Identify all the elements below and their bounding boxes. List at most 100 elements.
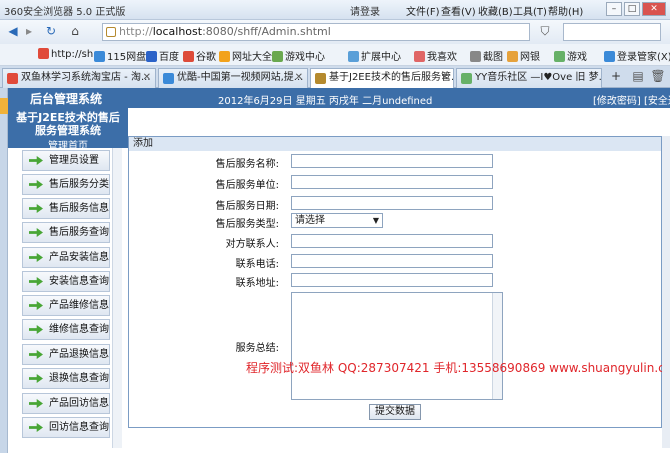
arrow-icon	[29, 277, 43, 286]
arrow-icon	[29, 350, 43, 359]
service-summary-textarea[interactable]	[291, 292, 503, 400]
sidebar-item-install-query[interactable]: 安装信息查询	[22, 271, 110, 292]
sidebar-item-visit-query[interactable]: 回访信息查询	[22, 417, 110, 438]
browser-title-bar: 360安全浏览器 5.0 正式版 请登录 文件(F) 查看(V) 收藏(B) 工…	[0, 0, 670, 20]
tab-list-icon[interactable]: ▤	[630, 68, 646, 86]
textarea-scrollbar[interactable]	[492, 293, 502, 399]
contact-person-input[interactable]	[291, 234, 493, 248]
form-section-title: 添加	[129, 137, 661, 151]
browser-tab[interactable]: YY音乐社区 —I♥Ove 旧 梦...	[456, 68, 602, 88]
tab-favicon	[7, 73, 18, 84]
fav-item[interactable]: 我喜欢	[414, 48, 457, 63]
date-line: 2012年6月29日 星期五 丙戌年 二月undefined	[218, 96, 433, 107]
sidebar-item-visit-info[interactable]: 产品回访信息	[22, 393, 110, 414]
arrow-icon	[29, 423, 43, 432]
tab-favicon	[315, 73, 326, 84]
close-window-button[interactable]: ✕	[642, 2, 666, 16]
sidebar-item-service-info[interactable]: 售后服务信息	[22, 198, 110, 219]
shield-icon[interactable]: ⛉	[536, 23, 554, 41]
field-label: 售后服务日期:	[215, 201, 279, 212]
field-label: 联系地址:	[235, 278, 279, 289]
form-panel: 添加 售后服务名称: 售后服务单位: 售后服务日期: 售后服务类型: 请选择 ▼ …	[128, 136, 662, 428]
menu-view[interactable]: 查看(V)	[441, 3, 476, 18]
contact-phone-input[interactable]	[291, 254, 493, 268]
service-name-input[interactable]	[291, 154, 493, 168]
system-title-line2: 服务管理系统	[35, 124, 101, 137]
sidebar-item-return-info[interactable]: 产品退换信息	[22, 344, 110, 365]
field-label: 联系电话:	[235, 259, 279, 270]
new-tab-icon[interactable]: +	[608, 68, 624, 86]
header-links[interactable]: [修改密码] [安全退	[593, 92, 670, 107]
menu-file[interactable]: 文件(F)	[406, 3, 440, 18]
close-tab-icon[interactable]: ✕	[441, 69, 449, 87]
sidebar-item-service-query[interactable]: 售后服务查询	[22, 222, 110, 243]
browser-tab[interactable]: 双鱼林学习系统淘宝店 - 淘... ✕	[2, 68, 156, 88]
sidebar-item-service-category[interactable]: 售后服务分类	[22, 174, 110, 195]
login-link[interactable]: 请登录	[350, 3, 380, 18]
close-tab-icon[interactable]: ✕	[295, 69, 303, 87]
arrow-icon	[29, 399, 43, 408]
field-label: 售后服务名称:	[215, 159, 279, 170]
fav-item[interactable]: 登录管家(X)	[604, 48, 670, 63]
arrow-icon	[29, 301, 43, 310]
sidebar-item-install-info[interactable]: 产品安装信息	[22, 247, 110, 268]
sidebar-toggle-icon[interactable]	[0, 98, 8, 114]
service-unit-input[interactable]	[291, 175, 493, 189]
fav-item[interactable]: 115网盘	[94, 48, 146, 63]
trash-icon[interactable]: 🗑	[650, 68, 666, 86]
field-label: 对方联系人:	[225, 239, 279, 250]
fav-item[interactable]: 截图	[470, 48, 503, 63]
sidebar-item-admin-settings[interactable]: 管理员设置	[22, 150, 110, 171]
fav-item[interactable]: 游戏中心	[272, 48, 325, 63]
sidebar-item-return-query[interactable]: 退换信息查询	[22, 368, 110, 389]
url-input[interactable]: http://localhost:8080/shff/Admin.shtml	[102, 23, 530, 41]
fav-item[interactable]: 百度	[146, 48, 179, 63]
fav-item[interactable]: 扩展中心	[348, 48, 401, 63]
maximize-button[interactable]: □	[624, 2, 640, 16]
arrow-icon	[29, 374, 43, 383]
chevron-down-icon: ▼	[372, 216, 379, 225]
contact-address-input[interactable]	[291, 273, 493, 287]
submit-button[interactable]: 提交数据	[369, 404, 421, 420]
search-input[interactable]	[563, 23, 661, 41]
arrow-icon	[29, 180, 43, 189]
arrow-icon	[29, 325, 43, 334]
minimize-button[interactable]: –	[606, 2, 622, 16]
page-icon	[106, 27, 116, 37]
arrow-icon	[29, 204, 43, 213]
app-logo: 后台管理系统	[30, 92, 103, 106]
menu-favorites[interactable]: 收藏(B)	[478, 3, 513, 18]
fav-item[interactable]: 游戏	[554, 48, 587, 63]
arrow-icon	[29, 253, 43, 262]
favorites-bar: http://sh 115网盘 百度 谷歌 网址大全 游戏中心 扩展中心 我喜欢…	[0, 44, 670, 66]
service-date-input[interactable]	[291, 196, 493, 210]
sidebar-scrollbar[interactable]	[112, 148, 122, 448]
menu-tools[interactable]: 工具(T)	[513, 3, 547, 18]
sidebar-item-repair-query[interactable]: 维修信息查询	[22, 319, 110, 340]
browser-tab[interactable]: 优酷-中国第一视频网站,提... ✕	[158, 68, 308, 88]
refresh-icon[interactable]: ↻	[42, 23, 60, 41]
sidebar-item-repair-info[interactable]: 产品维修信息	[22, 295, 110, 316]
close-tab-icon[interactable]: ✕	[143, 69, 151, 87]
service-type-select[interactable]: 请选择 ▼	[291, 213, 383, 228]
tab-strip: 双鱼林学习系统淘宝店 - 淘... ✕ 优酷-中国第一视频网站,提... ✕ 基于J…	[0, 66, 670, 89]
field-label: 服务总结:	[235, 343, 279, 354]
arrow-icon	[29, 228, 43, 237]
fav-item[interactable]: http://sh	[38, 48, 93, 60]
address-bar: ◀ ▸ ↻ ⌂ http://localhost:8080/shff/Admin…	[0, 20, 670, 44]
browser-title: 360安全浏览器 5.0 正式版	[4, 7, 126, 18]
browser-sidebar-strip	[0, 88, 8, 453]
tab-favicon	[163, 73, 174, 84]
fav-item[interactable]: 谷歌	[183, 48, 216, 63]
forward-icon[interactable]: ▸	[22, 23, 36, 41]
field-label: 售后服务单位:	[215, 180, 279, 191]
home-icon[interactable]: ⌂	[66, 23, 84, 41]
page-scrollbar[interactable]	[662, 136, 670, 448]
watermark-text: 程序测试:双鱼林 QQ:287307421 手机:13558690869 www…	[246, 361, 670, 375]
browser-tab-active[interactable]: 基于J2EE技术的售后服务管... ✕	[310, 68, 454, 89]
field-label: 售后服务类型:	[215, 219, 279, 230]
back-icon[interactable]: ◀	[4, 23, 22, 41]
fav-item[interactable]: 网址大全	[219, 48, 272, 63]
fav-item[interactable]: 网银	[507, 48, 540, 63]
menu-help[interactable]: 帮助(H)	[548, 3, 583, 18]
